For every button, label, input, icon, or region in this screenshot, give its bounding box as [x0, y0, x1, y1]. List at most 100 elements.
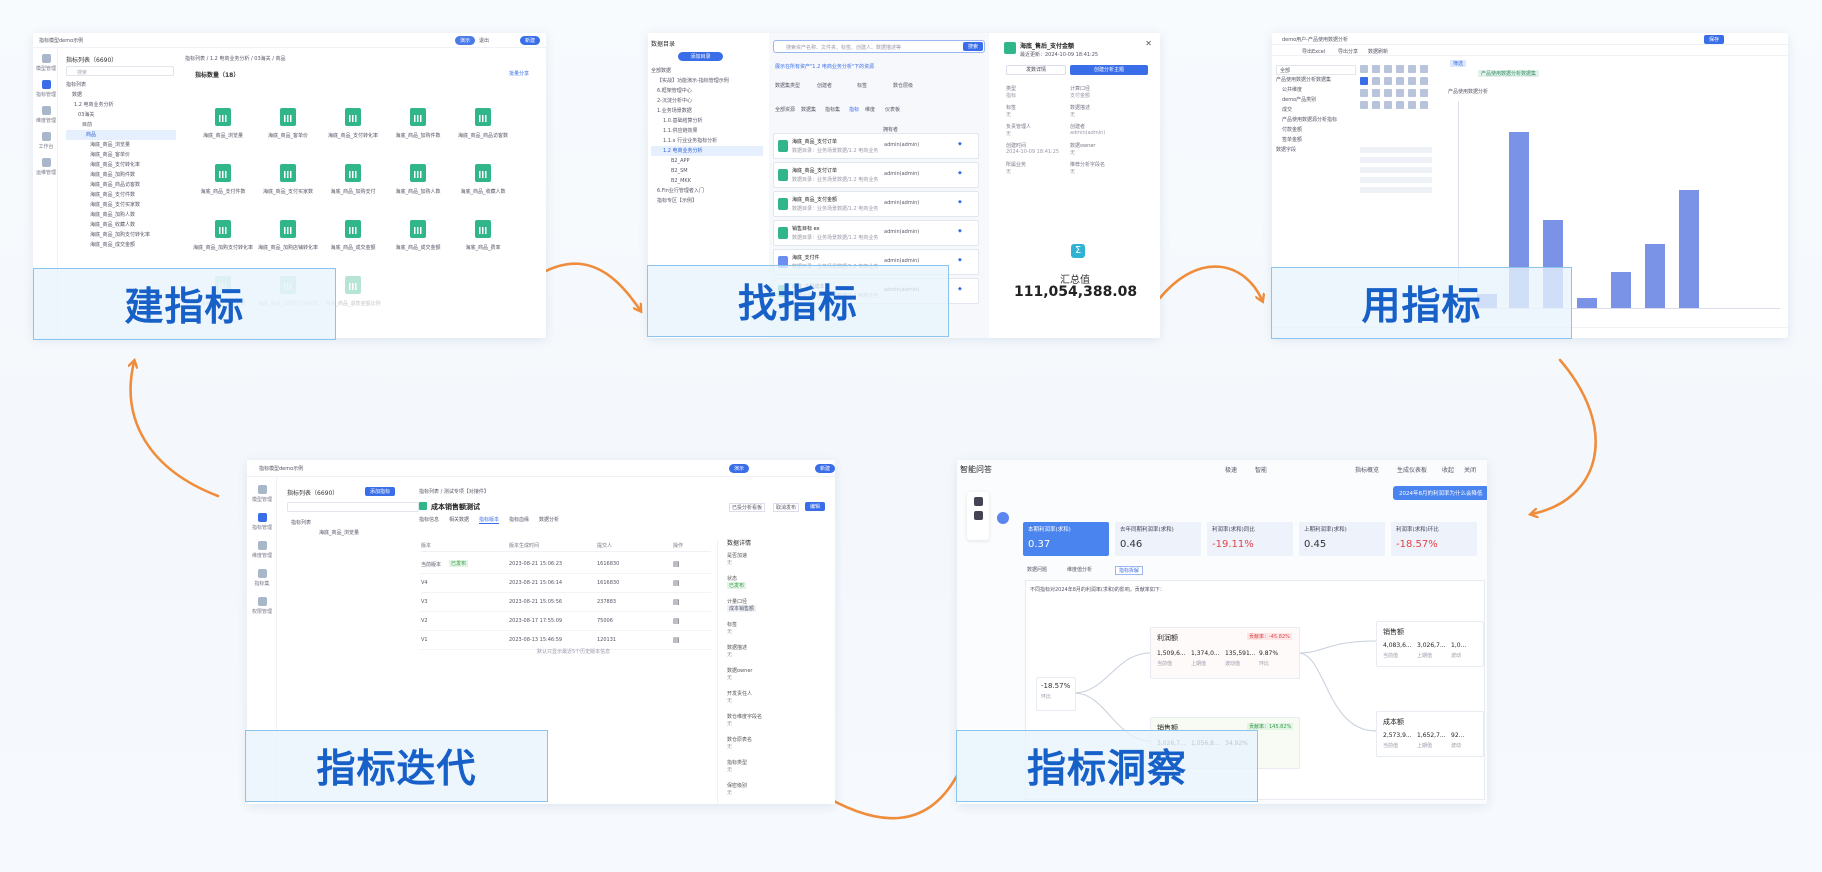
chart-type-icon[interactable]	[1396, 65, 1404, 73]
tree-item[interactable]: 海底_商品_浏览量	[291, 528, 421, 538]
view-icon[interactable]: ▤	[673, 598, 680, 606]
chart-type-icon[interactable]	[1420, 65, 1428, 73]
chart-type-icon[interactable]	[1396, 89, 1404, 97]
tree-item[interactable]: B2_APP	[651, 156, 763, 166]
chart-type-icon[interactable]	[1408, 101, 1416, 109]
metric-file[interactable]: 海底_商品_收藏人数	[453, 164, 513, 195]
chart-type-icon[interactable]	[1420, 89, 1428, 97]
metric-file[interactable]: 海底_商品_支付件数	[193, 164, 253, 195]
tree-item[interactable]: 海底_商品_收藏人数	[66, 220, 176, 230]
metric-file[interactable]: 海底_商品_加购人数	[388, 164, 448, 195]
view-icon[interactable]: ▤	[673, 560, 680, 568]
tree-item[interactable]: 海底_商品_支付件数	[66, 190, 176, 200]
kpi-card[interactable]: 利润率(求和)同比 -19.11%	[1207, 522, 1293, 556]
tab-dim[interactable]: 维度值分析	[1067, 566, 1092, 573]
p2-detail-tab2[interactable]: 创建分析主题	[1070, 65, 1148, 75]
star-icon[interactable]: ◆	[958, 228, 962, 234]
p1-batch-share[interactable]: 批量分享	[509, 70, 529, 77]
view-icon[interactable]: ▤	[673, 636, 680, 644]
p3-export-excel[interactable]: 导出Excel	[1302, 48, 1325, 55]
tree-item[interactable]: 2-沉淀分析中心	[651, 96, 763, 106]
table-row[interactable]: 当前版本 2023-08-21 15:06:23 1616830 已发布 ▤	[421, 556, 711, 574]
tab-breakdown[interactable]: 指标拆解	[1115, 566, 1144, 575]
tab-dimension[interactable]: 维度	[865, 106, 875, 113]
metric-file[interactable]: 海底_商品_支付转化率	[323, 108, 383, 139]
metric-file[interactable]: 海底_商品_费率	[453, 220, 513, 251]
p5-collapse-btn[interactable]: 收起	[1442, 465, 1454, 474]
star-icon[interactable]: ◆	[958, 257, 962, 263]
result-row[interactable]: 海底_商品_支付金额 数据目录：业务场景数据/1.2 电商业务 admin(admi…	[773, 191, 979, 217]
p5-cost-node[interactable]: 成本额 2,573,9... 当前值 1,652,7... 上期值 92... 波动	[1376, 711, 1484, 757]
field-item[interactable]: 数据字段	[1276, 145, 1356, 155]
metric-file[interactable]: 海底_商品_成交金额	[323, 220, 383, 251]
p4-new-btn[interactable]: 新建	[815, 464, 835, 473]
metric-file[interactable]: 海底_商品_浏览量	[193, 108, 253, 139]
tree-item[interactable]: 6.框架管理中心	[651, 86, 763, 96]
tree-item[interactable]: 海底_商品_商品访客数	[66, 180, 176, 190]
chart-type-icon[interactable]	[1372, 101, 1380, 109]
metric-file[interactable]: 海底_商品_加购店铺转化率	[258, 220, 318, 251]
tab-related[interactable]: 相关数据	[449, 516, 469, 523]
p5-smart-btn[interactable]: 智能	[1255, 465, 1267, 474]
p5-fast-btn[interactable]: 极速	[1225, 465, 1237, 474]
p5-dashboard-btn[interactable]: 生成仪表板	[1397, 465, 1427, 474]
tree-item-active[interactable]: 1.2 电商业务分析	[651, 146, 763, 156]
tab-metricset[interactable]: 指标集	[825, 106, 840, 113]
p5-overview-btn[interactable]: 指标概览	[1355, 465, 1379, 474]
view-icon[interactable]: ▤	[673, 579, 680, 587]
tree-item[interactable]: 全部数据	[651, 66, 763, 76]
p1-side-metric[interactable]: 指标管理	[33, 80, 59, 98]
chart-type-icon[interactable]	[1420, 77, 1428, 85]
tree-item[interactable]: 【实战】功能演示-指标管理示例	[651, 76, 763, 86]
p3-chip-1[interactable]: 筛选	[1450, 60, 1467, 67]
p3-fields-head[interactable]: 全部	[1276, 65, 1356, 75]
metric-file[interactable]: 海底_商品_加购支付	[323, 164, 383, 195]
tree-item[interactable]: 03海关	[66, 110, 176, 120]
star-icon[interactable]: ◆	[958, 170, 962, 176]
chart-type-icon[interactable]	[1396, 101, 1404, 109]
p4-side-dimension[interactable]: 维度管理	[249, 541, 275, 559]
p4-search-input[interactable]	[287, 502, 419, 512]
tree-item[interactable]: 指标列表	[66, 80, 176, 90]
tab-all[interactable]: 全部资源	[775, 106, 795, 113]
p1-side-workbench[interactable]: 工作台	[33, 132, 59, 150]
tab-dataset[interactable]: 数据集	[801, 106, 816, 113]
p4-add-btn[interactable]: 添加指标	[365, 487, 396, 496]
chart-type-icon[interactable]	[1408, 89, 1416, 97]
field-item[interactable]: 付款金额	[1276, 125, 1356, 135]
tree-item[interactable]: 1.1.供应链效果	[651, 126, 763, 136]
tree-item[interactable]: 1.2 电商业务分析	[66, 100, 176, 110]
p1-side-ops[interactable]: 运维管理	[33, 158, 59, 176]
p3-save-btn[interactable]: 保存	[1704, 35, 1725, 44]
tab-info[interactable]: 指标信息	[419, 516, 439, 523]
tab-lineage[interactable]: 指标血缘	[509, 516, 529, 523]
tab-dashboard[interactable]: 仪表板	[885, 106, 900, 113]
chart-type-icon[interactable]	[1360, 77, 1368, 85]
chart-type-icon[interactable]	[1372, 89, 1380, 97]
tree-item[interactable]: 海底_商品_支付转化率	[66, 160, 176, 170]
kpi-card[interactable]: 去年同期利润率(求和) 0.46	[1115, 522, 1201, 556]
p1-side-dimension[interactable]: 维度管理	[33, 106, 59, 124]
p4-demo-btn[interactable]: 演示	[729, 464, 750, 473]
tree-item[interactable]: 指标专区【示例】	[651, 196, 763, 206]
p1-new-btn[interactable]: 新建	[520, 36, 541, 45]
p4-side-set[interactable]: 指标集	[249, 569, 275, 587]
tree-item[interactable]: 指标列表	[291, 518, 421, 528]
chart-type-icon[interactable]	[1360, 65, 1368, 73]
chart-type-icon[interactable]	[1360, 89, 1368, 97]
tab-data[interactable]: 数据问题	[1027, 566, 1047, 573]
chart-type-icon[interactable]	[1408, 65, 1416, 73]
p3-chip-2[interactable]: 产品使用数据分析数据集	[1478, 70, 1540, 77]
kpi-card[interactable]: 上期利润率(求和) 0.45	[1299, 522, 1385, 556]
p1-exit-btn[interactable]: 退出	[479, 37, 489, 44]
tree-item[interactable]: 数据	[66, 90, 176, 100]
p1-demo-btn[interactable]: 演示	[455, 36, 476, 45]
tree-item-active[interactable]: 商品	[66, 130, 176, 140]
metric-file[interactable]: 海底_商品_成交金额	[388, 220, 448, 251]
chart-type-icon[interactable]	[1372, 65, 1380, 73]
tree-item[interactable]: B2_MKK	[651, 176, 763, 186]
result-row[interactable]: 海底_商品_支付订单 数据目录：业务场景数据/1.2 电商业务 admin(admi…	[773, 162, 979, 188]
p1-side-model[interactable]: 模型管理	[33, 54, 59, 72]
filter-tag[interactable]: 标签	[857, 82, 867, 89]
p2-detail-tab1[interactable]: 发数详情	[1006, 65, 1066, 75]
